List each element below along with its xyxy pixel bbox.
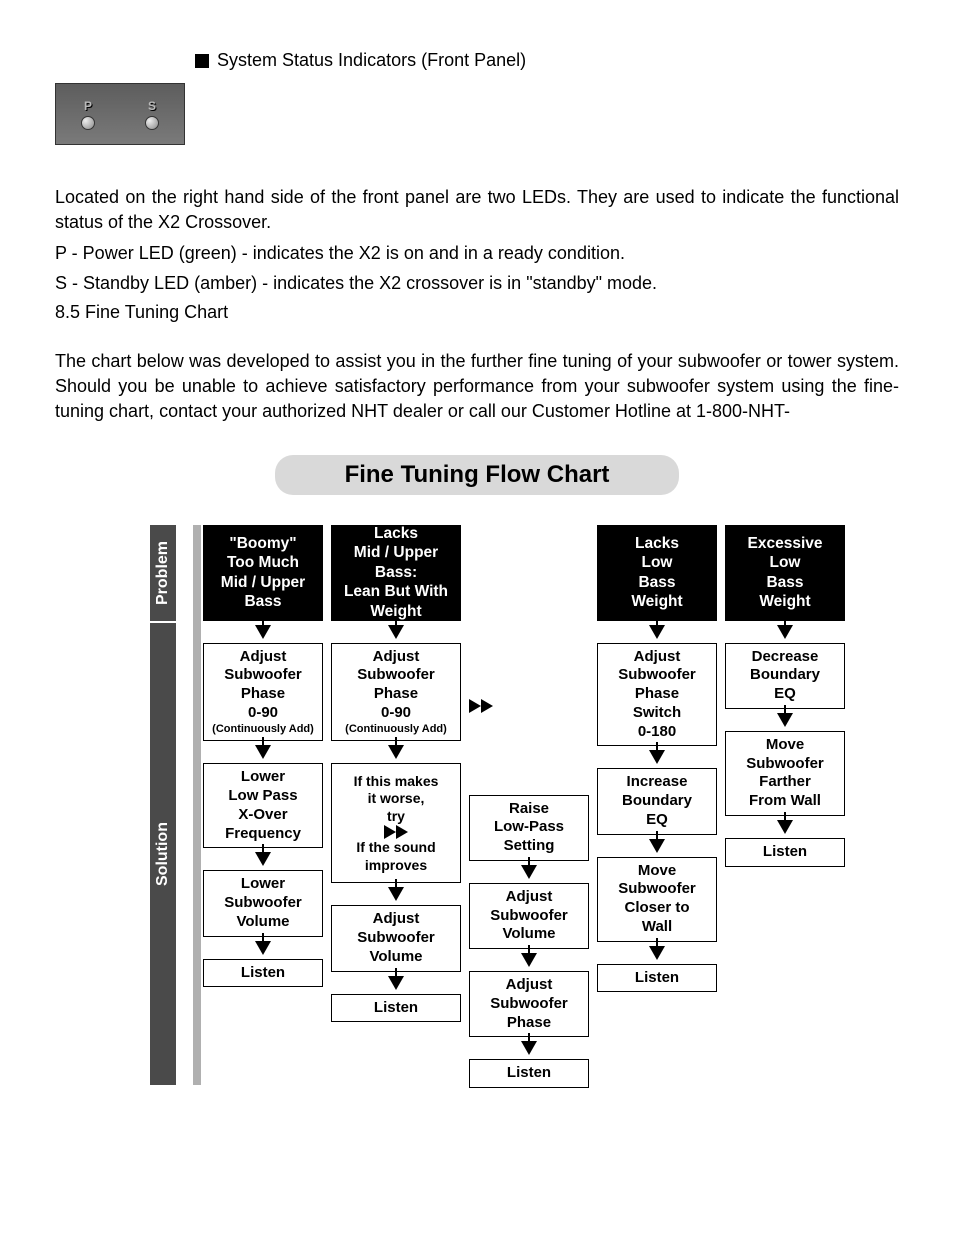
column-2b: Raise Low-Pass Setting Adjust Subwoofer … — [469, 525, 589, 1089]
column-1: "Boomy" Too Much Mid / Upper Bass Adjust… — [203, 525, 323, 988]
column-4: Excessive Low Bass Weight Decrease Bound… — [725, 525, 845, 867]
problem-box-3: Lacks Low Bass Weight — [597, 525, 717, 621]
arrow-right-icon — [384, 825, 408, 839]
arrow-down-icon — [255, 941, 271, 955]
line-standby-led: S - Standby LED (amber) - indicates the … — [55, 271, 899, 296]
solution-box-2-3: Adjust Subwoofer Volume — [331, 905, 461, 971]
led-s-label: S — [145, 99, 159, 113]
arrow-down-icon — [388, 976, 404, 990]
arrow-down-icon — [649, 839, 665, 853]
solution-box-4-2: Move Subwoofer Farther From Wall — [725, 731, 845, 816]
arrow-down-icon — [649, 625, 665, 639]
side-label-problem: Problem — [150, 525, 176, 621]
solution-box-3-4: Listen — [597, 964, 717, 993]
solution-box-1-1: Adjust Subwoofer Phase 0-90(Continuously… — [203, 643, 323, 742]
solution-box-3-3: Move Subwoofer Closer to Wall — [597, 857, 717, 942]
led-p-block: P — [81, 99, 95, 130]
section-title: System Status Indicators (Front Panel) — [217, 50, 526, 71]
solution-branch-box: If this makes it worse, try If the sound… — [331, 763, 461, 883]
led-p-label: P — [81, 99, 95, 113]
branch-box-4: Listen — [469, 1059, 589, 1088]
arrow-down-icon — [777, 713, 793, 727]
solution-box-4-3: Listen — [725, 838, 845, 867]
paragraph-intro: Located on the right hand side of the fr… — [55, 185, 899, 235]
problem-box-2: Lacks Mid / Upper Bass: Lean But With We… — [331, 525, 461, 621]
led-p-icon — [81, 116, 95, 130]
front-panel-illustration: P S — [55, 83, 185, 145]
arrow-down-icon — [388, 887, 404, 901]
arrow-down-icon — [777, 820, 793, 834]
arrow-down-icon — [649, 946, 665, 960]
solution-box-3-1: Adjust Subwoofer Phase Switch 0-180 — [597, 643, 717, 747]
chart-title-wrap: Fine Tuning Flow Chart — [55, 455, 899, 495]
arrow-down-icon — [521, 1041, 537, 1055]
chart-title: Fine Tuning Flow Chart — [345, 461, 610, 488]
arrow-right-icon — [469, 699, 493, 713]
branch-box-1: Raise Low-Pass Setting — [469, 795, 589, 861]
side-label-solution: Solution — [150, 623, 176, 1085]
arrow-down-icon — [388, 625, 404, 639]
arrow-down-icon — [521, 865, 537, 879]
solution-box-1-3: Lower Subwoofer Volume — [203, 870, 323, 936]
branch-box-3: Adjust Subwoofer Phase — [469, 971, 589, 1037]
paragraph-chart-intro: The chart below was developed to assist … — [55, 349, 899, 425]
arrow-down-icon — [255, 852, 271, 866]
line-power-led: P - Power LED (green) - indicates the X2… — [55, 241, 899, 266]
led-s-block: S — [145, 99, 159, 130]
arrow-down-icon — [255, 625, 271, 639]
arrow-down-icon — [649, 750, 665, 764]
problem-box-1: "Boomy" Too Much Mid / Upper Bass — [203, 525, 323, 621]
solution-box-2-4: Listen — [331, 994, 461, 1023]
flow-chart: Problem Solution "Boomy" Too Much Mid / … — [55, 525, 899, 1185]
column-2: Lacks Mid / Upper Bass: Lean But With We… — [331, 525, 461, 1023]
bullet-square-icon — [195, 54, 209, 68]
arrow-down-icon — [255, 745, 271, 759]
solution-box-2-1: Adjust Subwoofer Phase 0-90(Continuously… — [331, 643, 461, 742]
solution-box-3-2: Increase Boundary EQ — [597, 768, 717, 834]
problem-box-4: Excessive Low Bass Weight — [725, 525, 845, 621]
arrow-down-icon — [521, 953, 537, 967]
solution-box-1-4: Listen — [203, 959, 323, 988]
column-3: Lacks Low Bass Weight Adjust Subwoofer P… — [597, 525, 717, 993]
section-heading: System Status Indicators (Front Panel) — [195, 50, 899, 71]
branch-box-2: Adjust Subwoofer Volume — [469, 883, 589, 949]
gray-divider-bar — [193, 525, 201, 1085]
solution-box-1-2: Lower Low Pass X-Over Frequency — [203, 763, 323, 848]
solution-box-4-1: Decrease Boundary EQ — [725, 643, 845, 709]
led-s-icon — [145, 116, 159, 130]
arrow-down-icon — [777, 625, 793, 639]
arrow-down-icon — [388, 745, 404, 759]
line-section-85: 8.5 Fine Tuning Chart — [55, 300, 899, 325]
